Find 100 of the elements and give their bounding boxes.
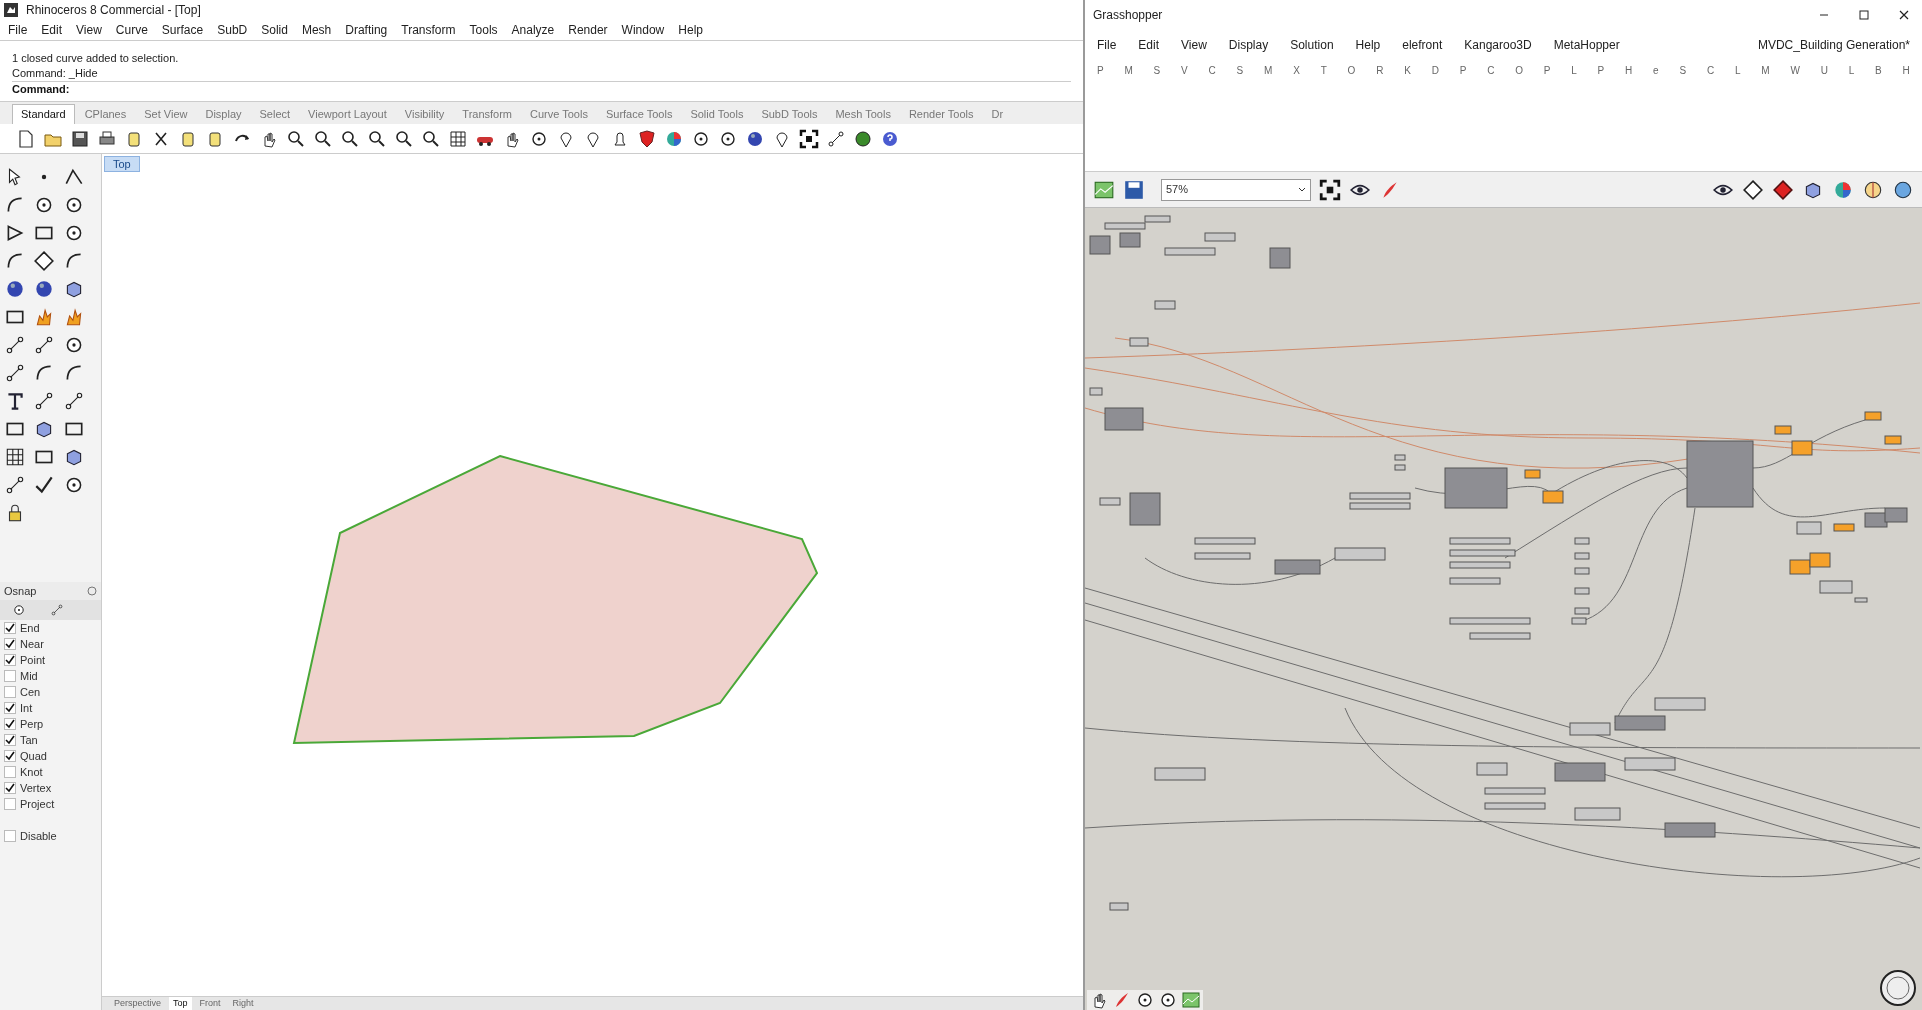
checkbox[interactable] xyxy=(4,830,16,842)
checkbox[interactable] xyxy=(4,798,16,810)
circle-icon[interactable] xyxy=(1158,990,1178,1010)
component-tab[interactable]: O xyxy=(1347,62,1356,78)
checkbox[interactable] xyxy=(4,750,16,762)
component-tab[interactable]: P xyxy=(1459,62,1467,78)
component-tab[interactable]: e xyxy=(1653,62,1659,78)
toolbar-tab[interactable]: CPlanes xyxy=(76,104,135,124)
toolbar-tab[interactable]: Dr xyxy=(983,104,1012,124)
toolbar-tab[interactable]: SubD Tools xyxy=(753,104,826,124)
menu-item[interactable]: elefront xyxy=(1402,36,1443,54)
magnifier-icon[interactable] xyxy=(394,128,414,149)
checkbox[interactable] xyxy=(4,622,16,634)
toolbar-tab[interactable]: Transform xyxy=(454,104,521,124)
toolbar-tab[interactable]: Viewport Layout xyxy=(300,104,395,124)
checkbox[interactable] xyxy=(4,702,16,714)
toolbar-tab[interactable]: Display xyxy=(197,104,250,124)
component-tab[interactable]: S xyxy=(1153,62,1161,78)
diamond-icon[interactable] xyxy=(33,250,56,272)
component-tab[interactable]: M xyxy=(1761,62,1770,78)
component-tab[interactable]: M xyxy=(1124,62,1133,78)
menu-item[interactable]: Analyze xyxy=(511,21,555,39)
checkbox[interactable] xyxy=(4,718,16,730)
component-tab[interactable]: D xyxy=(1431,62,1439,78)
viewport[interactable]: Top xyxy=(102,154,1083,996)
component-tab[interactable]: S xyxy=(1236,62,1244,78)
toolbar-tab[interactable]: Solid Tools xyxy=(682,104,752,124)
menu-item[interactable]: SubD xyxy=(217,21,248,39)
menu-item[interactable]: Help xyxy=(678,21,703,39)
viewport-tab[interactable]: Front xyxy=(195,996,225,1010)
menu-item[interactable]: File xyxy=(1097,36,1117,54)
magnifier-icon[interactable] xyxy=(286,128,306,149)
shield-icon[interactable] xyxy=(637,128,657,149)
checkbox[interactable] xyxy=(4,766,16,778)
component-tab[interactable]: O xyxy=(1515,62,1523,78)
toolbar-tab[interactable]: Render Tools xyxy=(900,104,982,124)
grid-icon[interactable] xyxy=(4,446,26,468)
toolbar-tab[interactable]: Surface Tools xyxy=(597,104,681,124)
viewport-tab[interactable]: Right xyxy=(228,996,258,1010)
menu-item[interactable]: Edit xyxy=(1138,36,1160,54)
checkbox[interactable] xyxy=(4,686,16,698)
toolbar-tab[interactable]: Curve Tools xyxy=(522,104,596,124)
toolbar-tab[interactable]: Mesh Tools xyxy=(827,104,899,124)
component-tab[interactable]: P xyxy=(1597,62,1605,78)
component-tab[interactable]: M xyxy=(1264,62,1273,78)
globe-icon[interactable] xyxy=(1878,968,1918,1008)
viewport-tab[interactable]: Perspective xyxy=(110,996,166,1010)
menu-item[interactable]: Display xyxy=(1228,36,1269,54)
circle-icon[interactable] xyxy=(12,603,26,617)
menu-item[interactable]: Transform xyxy=(401,21,456,39)
menu-item[interactable]: Drafting xyxy=(345,21,388,39)
filled-diamond-icon[interactable] xyxy=(1772,178,1794,201)
menu-item[interactable]: Window xyxy=(621,21,665,39)
component-tab[interactable]: H xyxy=(1902,62,1910,78)
component-tab[interactable]: U xyxy=(1820,62,1828,78)
maximize-icon[interactable] xyxy=(1858,9,1870,21)
component-tab[interactable]: L xyxy=(1848,62,1855,78)
component-tab[interactable]: X xyxy=(1293,62,1300,78)
toolbar-tab[interactable]: Select xyxy=(251,104,299,124)
component-tab[interactable]: C xyxy=(1487,62,1495,78)
viewport-tab[interactable]: Top xyxy=(169,996,192,1010)
component-tab[interactable]: L xyxy=(1571,62,1577,78)
menu-item[interactable]: Render xyxy=(568,21,608,39)
menu-item[interactable]: Surface xyxy=(161,21,204,39)
connected-nodes-icon[interactable] xyxy=(4,474,26,496)
checkbox[interactable] xyxy=(4,782,16,794)
sphere-icon[interactable] xyxy=(4,278,26,300)
save-icon[interactable] xyxy=(1123,178,1145,201)
toolbar-tab[interactable]: Visibility xyxy=(396,104,453,124)
magnifier-icon[interactable] xyxy=(340,128,360,149)
component-tab[interactable]: R xyxy=(1376,62,1384,78)
checkbox[interactable] xyxy=(4,670,16,682)
component-tab[interactable]: P xyxy=(1543,62,1551,78)
ball-icon[interactable] xyxy=(853,128,873,149)
component-tab[interactable]: C xyxy=(1208,62,1216,78)
circle-icon[interactable] xyxy=(1135,990,1155,1010)
command-prompt[interactable]: Command: xyxy=(12,81,1071,97)
menu-item[interactable]: Kangaroo3D xyxy=(1464,36,1532,54)
component-tab[interactable]: P xyxy=(1097,62,1104,78)
menu-item[interactable]: View xyxy=(76,21,102,39)
toolbar-tab[interactable]: Set View xyxy=(136,104,196,124)
close-icon[interactable] xyxy=(1898,9,1910,21)
document-icon[interactable] xyxy=(16,128,36,149)
checkbox[interactable] xyxy=(4,654,16,666)
component-tab[interactable]: C xyxy=(1706,62,1715,78)
menu-item[interactable]: Edit xyxy=(41,21,63,39)
diamond-icon[interactable] xyxy=(1742,178,1764,201)
menu-item[interactable]: Solid xyxy=(261,21,288,39)
connected-nodes-icon[interactable] xyxy=(4,362,26,384)
component-tab[interactable]: B xyxy=(1875,62,1882,78)
viewport-label[interactable]: Top xyxy=(104,156,140,172)
magnifier-icon[interactable] xyxy=(313,128,333,149)
connected-nodes-icon[interactable] xyxy=(826,128,846,149)
menu-item[interactable]: Help xyxy=(1355,36,1381,54)
checkbox[interactable] xyxy=(4,638,16,650)
menu-item[interactable]: File xyxy=(8,21,28,39)
menu-item[interactable]: MetaHopper xyxy=(1553,36,1620,54)
magnifier-icon[interactable] xyxy=(421,128,441,149)
component-tab[interactable]: V xyxy=(1181,62,1188,78)
grid-icon[interactable] xyxy=(448,128,468,149)
